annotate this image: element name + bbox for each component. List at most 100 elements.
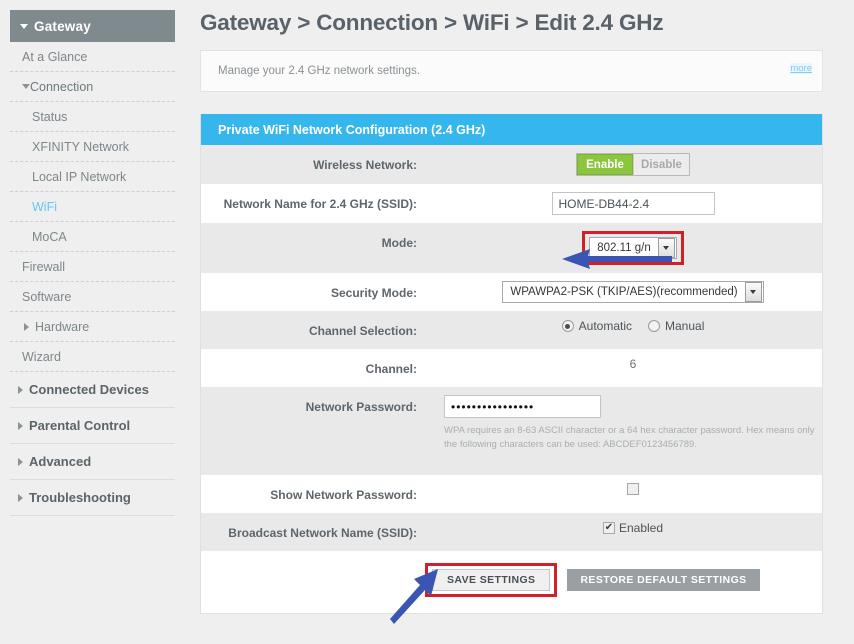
info-bar: Manage your 2.4 GHz network settings. mo…: [200, 50, 823, 92]
radio-icon: [561, 320, 574, 332]
row-show-password: Show Network Password:: [201, 475, 822, 513]
sidebar-item-label: Local IP Network: [32, 169, 127, 184]
enable-button[interactable]: Enable: [577, 154, 633, 175]
sidebar-item-label: Wizard: [22, 349, 61, 364]
row-label: Security Mode:: [330, 286, 417, 300]
caret-right-icon: [18, 421, 23, 430]
sidebar-item-gateway[interactable]: Gateway: [10, 10, 175, 42]
sidebar-item-firewall[interactable]: Firewall: [10, 252, 175, 282]
row-network-password: Network Password: •••••••••••••••• WPA r…: [201, 387, 822, 475]
info-text: Manage your 2.4 GHz network settings.: [218, 65, 420, 77]
more-link[interactable]: more: [790, 63, 812, 74]
sidebar-item-label: Parental Control: [29, 418, 131, 433]
row-label: Show Network Password:: [270, 488, 417, 502]
sidebar-item-parental-control[interactable]: Parental Control: [10, 408, 175, 444]
row-label: Network Password:: [305, 400, 417, 414]
panel-title: Private WiFi Network Configuration (2.4 …: [201, 114, 822, 145]
broadcast-ssid-checkbox[interactable]: ✔: [602, 522, 615, 534]
channel-manual-radio[interactable]: Manual: [648, 319, 704, 333]
ssid-input[interactable]: [551, 192, 715, 215]
mode-select-value: 802.11 g/n: [597, 242, 651, 254]
row-label: Channel:: [365, 362, 417, 376]
sidebar: Gateway At a Glance Connection Status XF…: [0, 0, 183, 644]
chevron-down-icon[interactable]: [744, 282, 762, 302]
row-label: Channel Selection:: [308, 324, 417, 338]
radio-label: Automatic: [578, 319, 632, 333]
chevron-down-icon[interactable]: [657, 238, 675, 258]
row-broadcast-ssid: Broadcast Network Name (SSID): ✔ Enabled: [201, 513, 822, 551]
row-field: Automatic Manual: [429, 311, 822, 341]
sidebar-item-status[interactable]: Status: [10, 102, 175, 132]
caret-right-icon: [18, 385, 23, 394]
password-help-text: WPA requires an 8-63 ASCII character or …: [444, 425, 815, 451]
row-channel: Channel: 6: [201, 349, 822, 387]
radio-label: Manual: [665, 319, 705, 333]
sidebar-item-label: Gateway: [34, 18, 91, 34]
sidebar-item-connected-devices[interactable]: Connected Devices: [10, 372, 175, 408]
disable-button[interactable]: Disable: [633, 154, 689, 175]
sidebar-item-software[interactable]: Software: [10, 282, 175, 312]
channel-value: 6: [629, 357, 637, 371]
save-highlight-box: SAVE SETTINGS: [425, 563, 558, 597]
row-field: Enable Disable: [429, 145, 822, 184]
radio-icon: [648, 320, 660, 332]
restore-default-settings-button[interactable]: RESTORE DEFAULT SETTINGS: [567, 569, 760, 591]
network-password-input[interactable]: ••••••••••••••••: [444, 395, 601, 418]
row-label: Mode:: [381, 236, 417, 250]
caret-right-icon: [18, 493, 23, 502]
sidebar-item-advanced[interactable]: Advanced: [10, 444, 175, 480]
sidebar-item-label: Firewall: [22, 259, 66, 274]
sidebar-item-hardware[interactable]: Hardware: [10, 312, 175, 342]
row-channel-selection: Channel Selection: Automatic Manual: [201, 311, 822, 349]
sidebar-item-label: Status: [32, 109, 68, 124]
row-field: [429, 184, 822, 223]
show-password-checkbox[interactable]: [627, 483, 639, 495]
row-mode: Mode: 802.11 g/n: [201, 223, 822, 273]
sidebar-item-label: Hardware: [35, 319, 90, 334]
sidebar-item-troubleshooting[interactable]: Troubleshooting: [10, 480, 175, 516]
sidebar-item-label: Software: [22, 289, 72, 304]
save-settings-button[interactable]: SAVE SETTINGS: [432, 569, 551, 591]
row-label: Broadcast Network Name (SSID):: [228, 526, 417, 540]
row-security-mode: Security Mode: WPAWPA2-PSK (TKIP/AES)(re…: [201, 273, 822, 311]
wifi-config-panel: Private WiFi Network Configuration (2.4 …: [200, 114, 823, 614]
row-field: 802.11 g/n: [429, 223, 822, 273]
sidebar-item-at-a-glance[interactable]: At a Glance: [10, 42, 175, 72]
sidebar-item-local-ip-network[interactable]: Local IP Network: [10, 162, 175, 192]
sidebar-item-connection[interactable]: Connection: [10, 72, 175, 102]
sidebar-item-label: Connected Devices: [29, 382, 149, 397]
sidebar-item-xfinity-network[interactable]: XFINITY Network: [10, 132, 175, 162]
caret-right-icon: [24, 322, 29, 331]
wireless-network-toggle[interactable]: Enable Disable: [576, 153, 690, 176]
row-field: 6: [429, 349, 822, 379]
sidebar-item-wizard[interactable]: Wizard: [10, 342, 175, 372]
row-label: Wireless Network:: [313, 158, 417, 172]
broadcast-ssid-label: Enabled: [618, 521, 664, 535]
sidebar-item-label: MoCA: [32, 229, 67, 244]
sidebar-item-label: Troubleshooting: [29, 490, 131, 505]
mode-select[interactable]: 802.11 g/n: [589, 237, 677, 259]
page-title: Gateway > Connection > WiFi > Edit 2.4 G…: [200, 10, 664, 35]
row-label: Network Name for 2.4 GHz (SSID):: [223, 197, 417, 211]
page-root: Gateway At a Glance Connection Status XF…: [0, 0, 854, 644]
channel-automatic-radio[interactable]: Automatic: [561, 319, 632, 333]
row-field: •••••••••••••••• WPA requires an 8-63 AS…: [429, 387, 822, 461]
row-field: WPAWPA2-PSK (TKIP/AES)(recommended): [429, 273, 822, 311]
security-mode-select-value: WPAWPA2-PSK (TKIP/AES)(recommended): [510, 286, 738, 298]
sidebar-item-label: XFINITY Network: [32, 139, 130, 154]
caret-down-icon: [20, 23, 28, 29]
row-field: [429, 475, 822, 503]
caret-right-icon: [18, 457, 23, 466]
sidebar-item-wifi[interactable]: WiFi: [10, 192, 175, 222]
caret-down-icon: [22, 84, 30, 89]
sidebar-item-label: At a Glance: [22, 49, 88, 64]
sidebar-item-moca[interactable]: MoCA: [10, 222, 175, 252]
sidebar-item-label: Advanced: [29, 454, 92, 469]
security-mode-select[interactable]: WPAWPA2-PSK (TKIP/AES)(recommended): [502, 281, 764, 303]
row-field: ✔ Enabled: [429, 513, 822, 543]
main-content: Gateway > Connection > WiFi > Edit 2.4 G…: [183, 0, 854, 644]
button-row: SAVE SETTINGS RESTORE DEFAULT SETTINGS: [201, 551, 822, 613]
row-ssid: Network Name for 2.4 GHz (SSID):: [201, 184, 822, 223]
sidebar-item-label: Connection: [30, 79, 94, 94]
mode-highlight-box: 802.11 g/n: [582, 231, 684, 265]
